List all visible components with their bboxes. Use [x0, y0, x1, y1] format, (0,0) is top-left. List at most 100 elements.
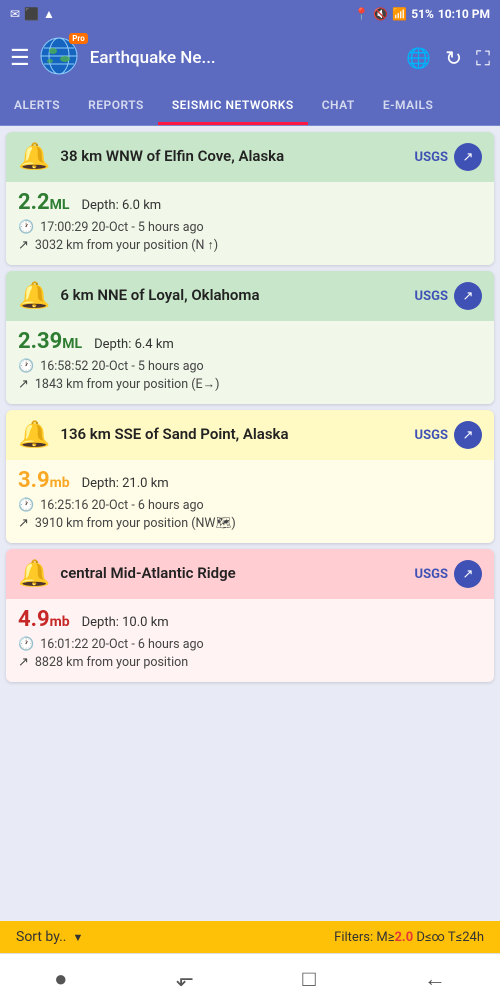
nav-back-button[interactable]: ← [404, 962, 466, 996]
eq-time-2: 🕐 16:58:52 20-Oct - 5 hours ago [18, 359, 482, 374]
usgs-label-2[interactable]: USGS [415, 289, 448, 304]
status-right-info: 📍 🔇 📶 51% 10:10 PM [354, 7, 490, 21]
nav-home-button[interactable]: ● [34, 962, 87, 996]
tab-bar: ALERTS REPORTS SEISMIC NETWORKS CHAT E-M… [0, 88, 500, 126]
eq-time-text-1: 17:00:29 20-Oct - 5 hours ago [40, 220, 203, 235]
eq-magnitude-3: 3.9 [18, 468, 50, 493]
eq-depth-4: Depth: 10.0 km [82, 615, 169, 630]
expand-button[interactable]: ⛶ [476, 46, 490, 70]
sort-control[interactable]: Sort by.. ▼ [16, 929, 83, 945]
wifi-icon: 📶 [392, 7, 407, 21]
filter-suffix: D≤∞ T≤24h [413, 930, 484, 945]
eq-depth-2: Depth: 6.4 km [94, 337, 174, 352]
eq-magnitude-1: 2.2 [18, 190, 50, 215]
tab-reports[interactable]: REPORTS [74, 88, 158, 125]
eq-location-4: central Mid-Atlantic Ridge [60, 564, 235, 584]
compass-icon-1: ↗ [18, 238, 29, 253]
share-button-2[interactable]: ↗ [454, 282, 482, 310]
eq-magnitude-4: 4.9 [18, 607, 50, 632]
app-header: ☰ Pro Earthquake Ne... 🌐 ↻ ⛶ [0, 28, 500, 88]
clock-icon-2: 🕐 [18, 359, 34, 374]
eq-distance-text-3: 3910 km from your position (NW🗺) [35, 516, 236, 531]
filter-magnitude: 2.0 [394, 930, 413, 945]
location-icon: 📍 [354, 7, 369, 21]
status-left-icons: ✉ ⬛ ▲ [10, 7, 55, 21]
status-bar: ✉ ⬛ ▲ 📍 🔇 📶 51% 10:10 PM [0, 0, 500, 28]
share-button-4[interactable]: ↗ [454, 560, 482, 588]
compass-icon-4: ↗ [18, 655, 29, 670]
earthquake-card-4: 🔔 central Mid-Atlantic Ridge USGS ↗ 4.9m… [6, 549, 494, 682]
eq-source-share-2: USGS ↗ [415, 282, 482, 310]
clock-icon-4: 🕐 [18, 637, 34, 652]
share-button-1[interactable]: ↗ [454, 143, 482, 171]
navigation-bar: ● ⬐ □ ← [0, 953, 500, 1000]
signal-icon: ▲ [43, 7, 55, 21]
eq-card-body-4: 4.9mb Depth: 10.0 km 🕐 16:01:22 20-Oct -… [6, 599, 494, 682]
eq-distance-3: ↗ 3910 km from your position (NW🗺) [18, 516, 482, 531]
nav-apps-button[interactable]: □ [282, 962, 335, 996]
eq-magnitude-type-1: ML [50, 197, 70, 213]
tab-chat[interactable]: CHAT [308, 88, 369, 125]
earthquake-icon-2: 🔔 [18, 281, 50, 311]
nav-recent-button[interactable]: ⬐ [156, 963, 214, 996]
eq-location-2: 6 km NNE of Loyal, Oklahoma [60, 286, 259, 306]
mute-icon: 🔇 [373, 7, 388, 21]
tab-alerts[interactable]: ALERTS [0, 88, 74, 125]
compass-icon-3: ↗ [18, 516, 29, 531]
filter-prefix: Filters: M≥ [334, 930, 394, 945]
usgs-label-4[interactable]: USGS [415, 567, 448, 582]
earthquake-icon-4: 🔔 [18, 559, 50, 589]
earthquake-card-1: 🔔 38 km WNW of Elfin Cove, Alaska USGS ↗… [6, 132, 494, 265]
eq-distance-text-2: 1843 km from your position (E→) [35, 377, 220, 392]
eq-magnitude-type-2: ML [62, 336, 82, 352]
eq-header-left-1: 🔔 38 km WNW of Elfin Cove, Alaska [18, 142, 407, 172]
mail-icon: ✉ [10, 7, 20, 21]
filter-text: Filters: M≥2.0 D≤∞ T≤24h [334, 930, 484, 945]
notification-icon: ⬛ [24, 7, 39, 21]
refresh-button[interactable]: ↻ [445, 46, 462, 70]
eq-header-left-3: 🔔 136 km SSE of Sand Point, Alaska [18, 420, 407, 450]
tab-seismic-networks[interactable]: SEISMIC NETWORKS [158, 88, 308, 125]
eq-card-header-1: 🔔 38 km WNW of Elfin Cove, Alaska USGS ↗ [6, 132, 494, 182]
eq-distance-2: ↗ 1843 km from your position (E→) [18, 377, 482, 392]
clock-icon-1: 🕐 [18, 220, 34, 235]
eq-magnitude-type-4: mb [50, 614, 70, 630]
time: 10:10 PM [438, 7, 490, 21]
dropdown-icon: ▼ [73, 931, 84, 944]
battery-level: 51% [411, 7, 434, 21]
compass-icon-2: ↗ [18, 377, 29, 392]
eq-location-1: 38 km WNW of Elfin Cove, Alaska [60, 147, 284, 167]
app-logo: Pro [40, 37, 82, 79]
eq-depth-3: Depth: 21.0 km [82, 476, 169, 491]
eq-card-header-3: 🔔 136 km SSE of Sand Point, Alaska USGS … [6, 410, 494, 460]
menu-button[interactable]: ☰ [10, 46, 30, 71]
eq-depth-1: Depth: 6.0 km [81, 198, 161, 213]
eq-time-1: 🕐 17:00:29 20-Oct - 5 hours ago [18, 220, 482, 235]
bottom-bar: Sort by.. ▼ Filters: M≥2.0 D≤∞ T≤24h ● ⬐… [0, 921, 500, 1000]
usgs-label-3[interactable]: USGS [415, 428, 448, 443]
header-actions: 🌐 ↻ ⛶ [406, 46, 490, 70]
eq-card-body-3: 3.9mb Depth: 21.0 km 🕐 16:25:16 20-Oct -… [6, 460, 494, 543]
earthquake-list: 🔔 38 km WNW of Elfin Cove, Alaska USGS ↗… [0, 126, 500, 742]
eq-header-left-4: 🔔 central Mid-Atlantic Ridge [18, 559, 407, 589]
eq-source-share-4: USGS ↗ [415, 560, 482, 588]
eq-magnitude-2: 2.39 [18, 329, 62, 354]
earthquake-icon-1: 🔔 [18, 142, 50, 172]
usgs-label-1[interactable]: USGS [415, 150, 448, 165]
filter-bar: Sort by.. ▼ Filters: M≥2.0 D≤∞ T≤24h [0, 921, 500, 953]
clock-icon-3: 🕐 [18, 498, 34, 513]
sort-label: Sort by.. [16, 929, 67, 945]
eq-magnitude-row-2: 2.39ML Depth: 6.4 km [18, 329, 482, 354]
tab-emails[interactable]: E-MAILS [369, 88, 448, 125]
eq-card-body-2: 2.39ML Depth: 6.4 km 🕐 16:58:52 20-Oct -… [6, 321, 494, 404]
share-button-3[interactable]: ↗ [454, 421, 482, 449]
eq-time-text-2: 16:58:52 20-Oct - 5 hours ago [40, 359, 203, 374]
eq-distance-4: ↗ 8828 km from your position [18, 655, 482, 670]
eq-time-text-3: 16:25:16 20-Oct - 6 hours ago [40, 498, 203, 513]
app-title: Earthquake Ne... [90, 48, 397, 68]
eq-time-4: 🕐 16:01:22 20-Oct - 6 hours ago [18, 637, 482, 652]
globe-button[interactable]: 🌐 [406, 46, 431, 70]
eq-header-left-2: 🔔 6 km NNE of Loyal, Oklahoma [18, 281, 407, 311]
earthquake-card-3: 🔔 136 km SSE of Sand Point, Alaska USGS … [6, 410, 494, 543]
eq-magnitude-row-1: 2.2ML Depth: 6.0 km [18, 190, 482, 215]
